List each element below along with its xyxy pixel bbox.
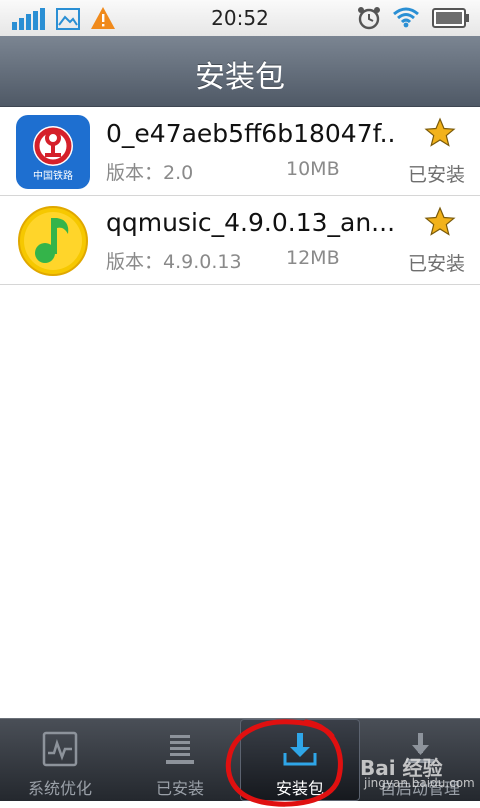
alarm-icon bbox=[356, 5, 382, 35]
railway-icon-text: 中国铁路 bbox=[33, 169, 73, 182]
status-bar: 20:52 bbox=[0, 0, 480, 37]
tab-packages[interactable]: 安装包 bbox=[240, 719, 360, 801]
tab-label: 系统优化 bbox=[27, 779, 92, 798]
list-icon bbox=[166, 735, 194, 764]
installed-status: 已安装 bbox=[408, 253, 466, 275]
package-version: 版本：4.9.0.13 bbox=[106, 251, 242, 273]
tab-label: 安装包 bbox=[275, 779, 324, 798]
qq-music-icon bbox=[16, 204, 90, 278]
title-bar: 安装包 bbox=[0, 36, 480, 107]
package-size: 12MB bbox=[286, 247, 340, 269]
battery-icon bbox=[432, 8, 470, 32]
tab-startup-manager[interactable]: 自启动管理 bbox=[360, 719, 480, 801]
tab-label: 已安装 bbox=[155, 779, 204, 798]
bottom-nav: 系统优化 已安装 安装包 自启动管理 bbox=[0, 718, 480, 801]
china-railway-icon: 中国铁路 bbox=[16, 115, 90, 189]
wifi-icon bbox=[392, 6, 420, 32]
package-list: 中国铁路 0_e47aeb5ff6b18047f... 版本：2.0 10MB … bbox=[0, 107, 480, 285]
tab-system-optimize[interactable]: 系统优化 bbox=[0, 719, 120, 801]
package-version: 版本：2.0 bbox=[106, 162, 194, 184]
star-icon[interactable] bbox=[424, 206, 456, 238]
star-icon[interactable] bbox=[424, 117, 456, 149]
list-item[interactable]: 中国铁路 0_e47aeb5ff6b18047f... 版本：2.0 10MB … bbox=[0, 107, 480, 196]
tab-label: 自启动管理 bbox=[379, 779, 460, 798]
startup-icon bbox=[406, 733, 434, 763]
list-item[interactable]: qqmusic_4.9.0.13_an... 版本：4.9.0.13 12MB … bbox=[0, 196, 480, 285]
package-size: 10MB bbox=[286, 158, 340, 180]
download-icon bbox=[283, 733, 317, 766]
installed-status: 已安装 bbox=[408, 164, 466, 186]
package-name: 0_e47aeb5ff6b18047f... bbox=[106, 119, 396, 148]
monitor-icon bbox=[42, 731, 78, 767]
package-name: qqmusic_4.9.0.13_an... bbox=[106, 208, 396, 237]
tab-installed[interactable]: 已安装 bbox=[120, 719, 240, 801]
page-title: 安装包 bbox=[195, 60, 285, 95]
